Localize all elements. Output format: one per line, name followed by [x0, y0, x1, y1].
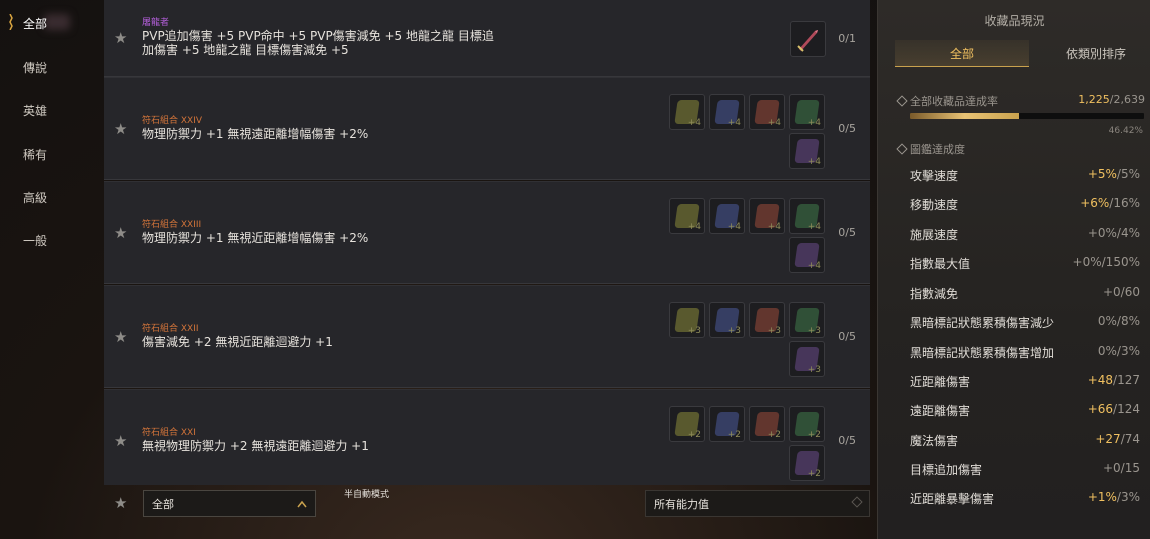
section-diamond-icon [896, 143, 908, 155]
nav-item-common[interactable]: 一般 [0, 228, 70, 252]
rune-slot[interactable]: +2 [749, 406, 785, 442]
rune-slot[interactable]: +4 [749, 198, 785, 234]
rune-slot[interactable]: +4 [669, 94, 705, 130]
category-nav: 全部 傳說 英雄 稀有 高級 一般 [0, 0, 70, 539]
stat-row: 目標追加傷害 +0/15 [910, 461, 1140, 477]
rune-slot[interactable]: +4 [709, 94, 745, 130]
dropdown-diamond-icon [851, 496, 863, 508]
overall-progress-bar [910, 113, 1144, 119]
favorite-star-icon[interactable]: ★ [114, 328, 127, 346]
rune-slot[interactable]: +4 [789, 133, 825, 169]
entry-description: 物理防禦力 +1 無視近距離增幅傷害 +2% [142, 231, 369, 245]
rune-slot[interactable]: +4 [789, 198, 825, 234]
collection-status-panel: 收藏品現況 全部 依類別排序 全部收藏品達成率 1,225/2,639 46.4… [877, 0, 1150, 539]
rune-slot[interactable]: +4 [669, 198, 705, 234]
entry-category: 符石組合 XXII [142, 324, 199, 334]
favorite-star-icon[interactable]: ★ [114, 29, 127, 47]
panel-title: 收藏品現況 [984, 14, 1045, 28]
nav-item-advanced[interactable]: 高級 [0, 185, 70, 209]
collection-entry[interactable]: ★ 符石組合 XXIII 物理防禦力 +1 無視近距離增幅傷害 +2% +4 +… [104, 181, 870, 284]
overall-percent: 46.42% [1108, 126, 1143, 136]
stat-row: 近距離傷害 +48/127 [910, 373, 1140, 389]
progress-count: 0/5 [838, 330, 856, 343]
stat-row: 施展速度 +0%/4% [910, 226, 1140, 242]
ability-filter-dropdown[interactable]: 所有能力值 [645, 490, 870, 517]
ability-filter-value: 所有能力值 [654, 497, 709, 511]
tab-sort-by-category[interactable]: 依類別排序 [1029, 40, 1150, 66]
favorite-star-icon[interactable]: ★ [114, 120, 127, 138]
entry-description: 物理防禦力 +1 無視遠距離增幅傷害 +2% [142, 127, 369, 141]
rune-slot[interactable]: +4 [789, 237, 825, 273]
entry-category: 符石組合 XXIV [142, 116, 203, 126]
progress-count: 0/5 [838, 122, 856, 135]
favorites-filter-star-icon[interactable]: ★ [114, 494, 127, 512]
overall-rate-value: 1,225/2,639 [1078, 93, 1145, 106]
section-diamond-icon [896, 95, 908, 107]
nav-item-rare[interactable]: 稀有 [0, 142, 70, 166]
rune-slot[interactable]: +2 [709, 406, 745, 442]
stat-row: 魔法傷害 +27/74 [910, 432, 1140, 448]
rune-slot[interactable]: +3 [789, 302, 825, 338]
rune-slot[interactable]: +3 [789, 341, 825, 377]
rune-slot[interactable]: +4 [789, 94, 825, 130]
entry-description: 無視物理防禦力 +2 無視遠距離迴避力 +1 [142, 439, 369, 453]
stat-row: 指數最大值 +0%/150% [910, 255, 1140, 271]
collection-entry[interactable]: ★ 符石組合 XXI 無視物理防禦力 +2 無視遠距離迴避力 +1 +2 +2 … [104, 389, 870, 485]
stat-row: 黑暗標記狀態累積傷害增加 0%/3% [910, 344, 1140, 360]
rune-slot[interactable]: +2 [789, 445, 825, 481]
semi-auto-mode-label: 半自動模式 [344, 490, 390, 500]
stat-row: 移動速度 +6%/16% [910, 196, 1140, 212]
rune-slot[interactable]: +3 [669, 302, 705, 338]
overall-progress-fill [910, 113, 1019, 119]
stat-row: 遠距離傷害 +66/124 [910, 402, 1140, 418]
chevron-up-icon [297, 500, 307, 508]
codex-rate-label: 圖鑑達成度 [910, 143, 965, 156]
progress-count: 0/5 [838, 434, 856, 447]
filter-bar: ★ 全部 半自動模式 所有能力值 [104, 485, 870, 539]
stat-row: 指數減免 +0/60 [910, 285, 1140, 301]
collection-entry[interactable]: ★ 符石組合 XXII 傷害減免 +2 無視近距離迴避力 +1 +3 +3 +3… [104, 285, 870, 388]
entry-category: 符石組合 XXI [142, 428, 196, 438]
rune-slot[interactable]: +2 [789, 406, 825, 442]
stat-row: 攻擊速度 +5%/5% [910, 167, 1140, 183]
nav-item-all[interactable]: 全部 [0, 11, 70, 35]
entry-category: 符石組合 XXIII [142, 220, 202, 230]
collection-list: ★ 屠龍者 PVP追加傷害 +5 PVP命中 +5 PVP傷害減免 +5 地龍之… [104, 0, 870, 485]
rune-slot[interactable]: +4 [749, 94, 785, 130]
rune-slot[interactable]: +4 [709, 198, 745, 234]
entry-description: 傷害減免 +2 無視近距離迴避力 +1 [142, 335, 333, 349]
rune-slot[interactable]: +3 [749, 302, 785, 338]
entry-category: 屠龍者 [142, 18, 170, 28]
grade-filter-value: 全部 [152, 497, 174, 511]
nav-item-heroic[interactable]: 英雄 [0, 98, 70, 122]
favorite-star-icon[interactable]: ★ [114, 224, 127, 242]
favorite-star-icon[interactable]: ★ [114, 432, 127, 450]
progress-count: 0/1 [838, 32, 856, 45]
rune-slot[interactable]: +3 [709, 302, 745, 338]
sword-icon [797, 30, 818, 52]
stat-row: 黑暗標記狀態累積傷害減少 0%/8% [910, 314, 1140, 330]
item-slot[interactable] [790, 21, 826, 57]
stat-row: 近距離暴擊傷害 +1%/3% [910, 490, 1140, 506]
collection-entry[interactable]: ★ 符石組合 XXIV 物理防禦力 +1 無視遠距離增幅傷害 +2% +4 +4… [104, 77, 870, 180]
entry-description: PVP追加傷害 +5 PVP命中 +5 PVP傷害減免 +5 地龍之龍 目標追加… [142, 29, 494, 57]
overall-rate-label: 全部收藏品達成率 [910, 95, 998, 108]
rune-slot[interactable]: +2 [669, 406, 705, 442]
tab-all[interactable]: 全部 [895, 40, 1029, 67]
progress-count: 0/5 [838, 226, 856, 239]
nav-item-legendary[interactable]: 傳說 [0, 55, 70, 79]
grade-filter-dropdown[interactable]: 全部 [143, 490, 316, 517]
collection-entry[interactable]: ★ 屠龍者 PVP追加傷害 +5 PVP命中 +5 PVP傷害減免 +5 地龍之… [104, 0, 870, 77]
